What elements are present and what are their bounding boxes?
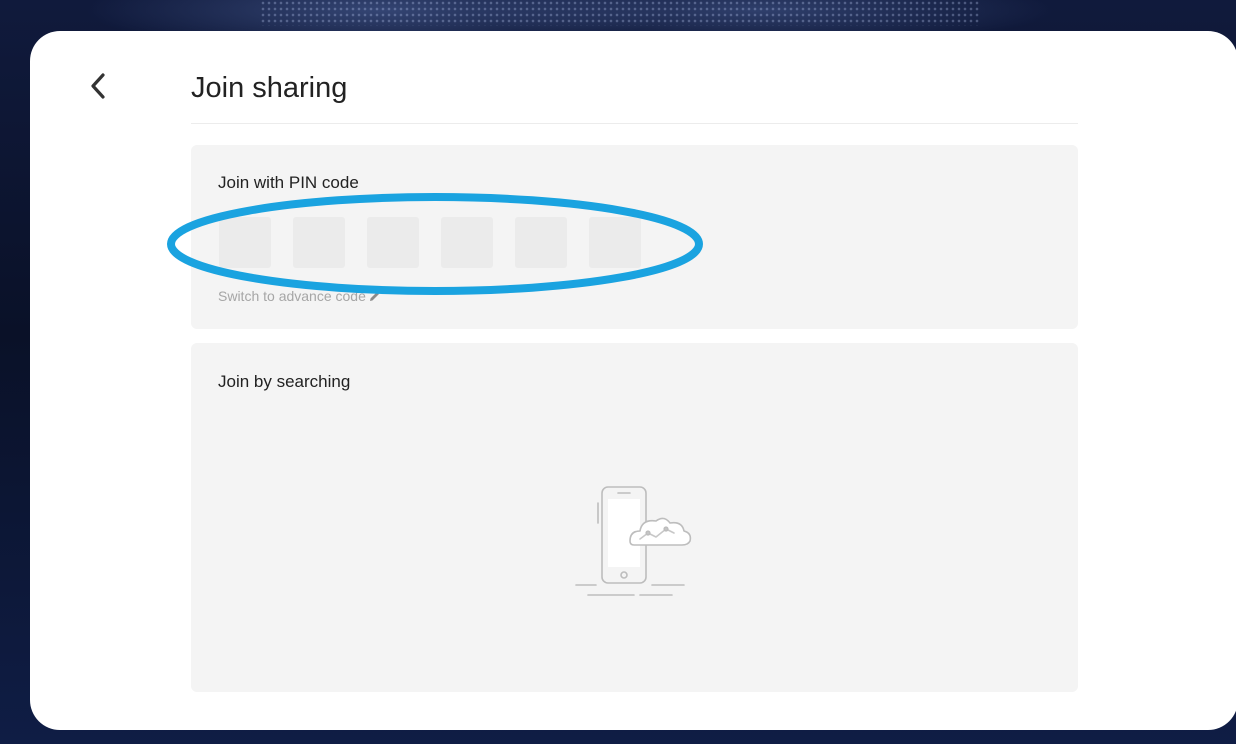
pin-digit-1[interactable] [219, 217, 271, 268]
pin-digit-4[interactable] [441, 217, 493, 268]
pin-code-panel: Join with PIN code Switch to advance cod… [191, 145, 1078, 329]
pin-section-title: Join with PIN code [218, 173, 359, 192]
background-pattern [260, 0, 980, 26]
pin-digit-3[interactable] [367, 217, 419, 268]
header-divider [191, 123, 1078, 124]
pin-digit-6[interactable] [589, 217, 641, 268]
search-panel: Join by searching [191, 343, 1078, 692]
switch-link-label: Switch to advance code [218, 288, 366, 304]
search-section-title: Join by searching [218, 372, 351, 391]
chevron-left-icon [91, 73, 105, 99]
back-button[interactable] [80, 66, 116, 106]
page-title: Join sharing [191, 72, 348, 104]
switch-to-advance-code-link[interactable]: Switch to advance code [218, 288, 381, 304]
pin-digit-2[interactable] [293, 217, 345, 268]
pin-digit-5[interactable] [515, 217, 567, 268]
pencil-icon [369, 291, 379, 301]
phone-cloud-icon [575, 486, 692, 596]
